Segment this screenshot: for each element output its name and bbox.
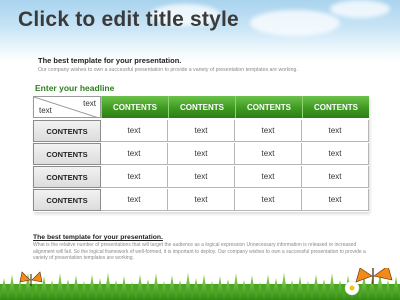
row-header: CONTENTS: [33, 189, 101, 211]
grass-illustration: [0, 268, 400, 300]
table-cell: text: [168, 143, 235, 165]
table-headline: Enter your headline: [35, 83, 115, 93]
table-row: CONTENTS text text text text: [33, 120, 369, 142]
corner-bottom-label: text: [39, 106, 52, 115]
subtitle-text: Our company wishes to own a successful p…: [38, 67, 298, 73]
column-header: CONTENTS: [235, 96, 302, 118]
table-cell: text: [302, 143, 369, 165]
row-header: CONTENTS: [33, 143, 101, 165]
cloud: [330, 0, 390, 18]
table-cell: text: [235, 143, 302, 165]
table-cell: text: [302, 166, 369, 188]
table-row: CONTENTS text text text text: [33, 166, 369, 188]
butterfly-icon: [355, 268, 393, 284]
subtitle: The best template for your presentation.: [38, 56, 182, 65]
table-cell: text: [235, 120, 302, 142]
cloud: [250, 10, 340, 36]
table-row: CONTENTS text text text text: [33, 189, 369, 211]
row-header: CONTENTS: [33, 166, 101, 188]
row-header: CONTENTS: [33, 120, 101, 142]
daisy-icon: [344, 280, 360, 296]
column-header: CONTENTS: [302, 96, 369, 118]
column-header: CONTENTS: [168, 96, 235, 118]
comparison-table: text text CONTENTS CONTENTS CONTENTS CON…: [33, 96, 369, 212]
table-cell: text: [302, 189, 369, 211]
table-cell: text: [168, 166, 235, 188]
table-cell: text: [101, 189, 168, 211]
corner-cell: text text: [33, 96, 101, 118]
butterfly-icon: [19, 271, 43, 286]
table-cell: text: [101, 143, 168, 165]
table-cell: text: [235, 166, 302, 188]
table-cell: text: [235, 189, 302, 211]
footer-text: What is the relative number of presentat…: [33, 242, 366, 261]
table-cell: text: [302, 120, 369, 142]
table-cell: text: [168, 120, 235, 142]
table-cell: text: [101, 120, 168, 142]
table-cell: text: [168, 189, 235, 211]
corner-top-label: text: [83, 99, 96, 108]
slide-title[interactable]: Click to edit title style: [18, 8, 239, 32]
table-cell: text: [101, 166, 168, 188]
table-header-row: text text CONTENTS CONTENTS CONTENTS CON…: [33, 96, 369, 118]
footer-title: The best template for your presentation.: [33, 234, 163, 241]
table-row: CONTENTS text text text text: [33, 143, 369, 165]
column-header: CONTENTS: [101, 96, 168, 118]
